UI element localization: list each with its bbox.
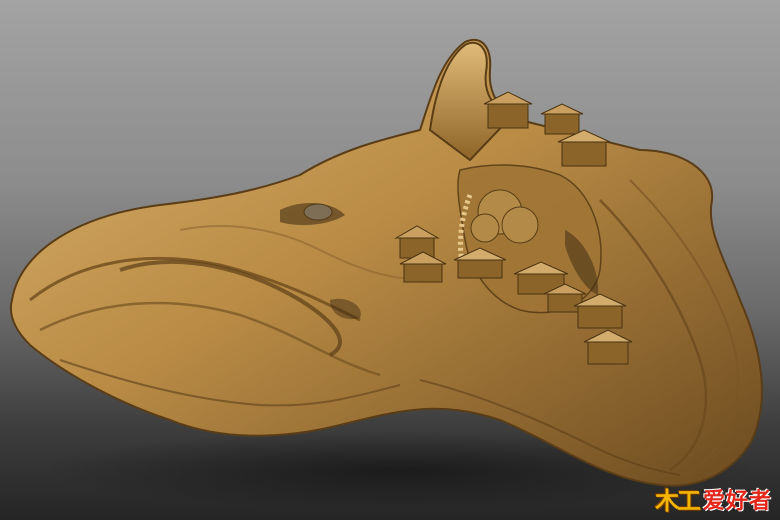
photo-stage: 木工 爱好者	[0, 0, 780, 520]
watermark-text-left: 木工	[654, 487, 701, 515]
watermark-text-right: 爱好者	[702, 488, 772, 514]
wood-root-body	[10, 38, 763, 487]
sculpture-illustration	[10, 38, 763, 510]
site-watermark-logo: 木工 爱好者	[655, 481, 772, 516]
house-2	[540, 103, 584, 135]
